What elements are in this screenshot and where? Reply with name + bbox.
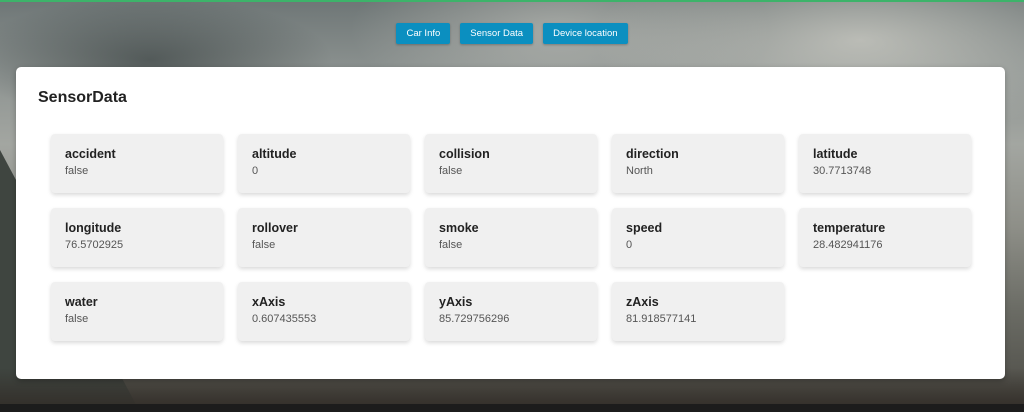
sensor-label: rollover: [252, 221, 298, 235]
sensor-value: 28.482941176: [813, 239, 883, 251]
sensor-card-smoke: smoke false: [425, 208, 597, 267]
sensor-value: false: [65, 313, 89, 325]
nav-bar: Car Info Sensor Data Device location: [0, 23, 1024, 44]
sensor-label: xAxis: [252, 295, 286, 309]
sensor-card-zaxis: zAxis 81.918577141: [612, 282, 784, 341]
sensor-data-button[interactable]: Sensor Data: [460, 23, 534, 44]
sensor-card-latitude: latitude 30.7713748: [799, 134, 971, 193]
sensor-value: false: [65, 165, 89, 177]
sensor-value: false: [252, 239, 276, 251]
sensor-label: direction: [626, 147, 679, 161]
sensor-card-accident: accident false: [51, 134, 223, 193]
sensor-card-altitude: altitude 0: [238, 134, 410, 193]
panel-title: SensorData: [38, 89, 127, 106]
sensor-value: 81.918577141: [626, 313, 697, 325]
sensor-card-direction: direction North: [612, 134, 784, 193]
sensor-value: false: [439, 239, 463, 251]
sensor-value: 0: [626, 239, 633, 251]
sensor-card-water: water false: [51, 282, 223, 341]
sensor-value: 76.5702925: [65, 239, 124, 251]
sensor-label: altitude: [252, 147, 297, 161]
sensor-value: 0.607435553: [252, 313, 317, 325]
sensor-card-rollover: rollover false: [238, 208, 410, 267]
sensor-grid: accident false altitude 0 collision fals…: [51, 134, 971, 341]
sensor-card-xaxis: xAxis 0.607435553: [238, 282, 410, 341]
sensor-data-panel: SensorData accident false altitude 0 col…: [16, 67, 1005, 379]
sensor-label: accident: [65, 147, 116, 161]
sensor-value: 85.729756296: [439, 313, 510, 325]
sensor-label: longitude: [65, 221, 122, 235]
sensor-value: 30.7713748: [813, 165, 872, 177]
sensor-label: latitude: [813, 147, 858, 161]
sensor-label: water: [65, 295, 98, 309]
sensor-card-speed: speed 0: [612, 208, 784, 267]
sensor-label: speed: [626, 221, 663, 235]
device-location-button[interactable]: Device location: [543, 23, 628, 44]
sensor-label: zAxis: [626, 295, 659, 309]
car-info-button[interactable]: Car Info: [396, 23, 451, 44]
sensor-value: North: [626, 165, 653, 177]
top-accent-line: [0, 0, 1024, 2]
bottom-bar: [0, 404, 1024, 412]
sensor-card-yaxis: yAxis 85.729756296: [425, 282, 597, 341]
sensor-value: 0: [252, 165, 259, 177]
sensor-label: yAxis: [439, 295, 473, 309]
sensor-card-temperature: temperature 28.482941176: [799, 208, 971, 267]
sensor-card-collision: collision false: [425, 134, 597, 193]
sensor-label: collision: [439, 147, 490, 161]
sensor-label: temperature: [813, 221, 886, 235]
sensor-label: smoke: [439, 221, 479, 235]
sensor-value: false: [439, 165, 463, 177]
sensor-card-longitude: longitude 76.5702925: [51, 208, 223, 267]
